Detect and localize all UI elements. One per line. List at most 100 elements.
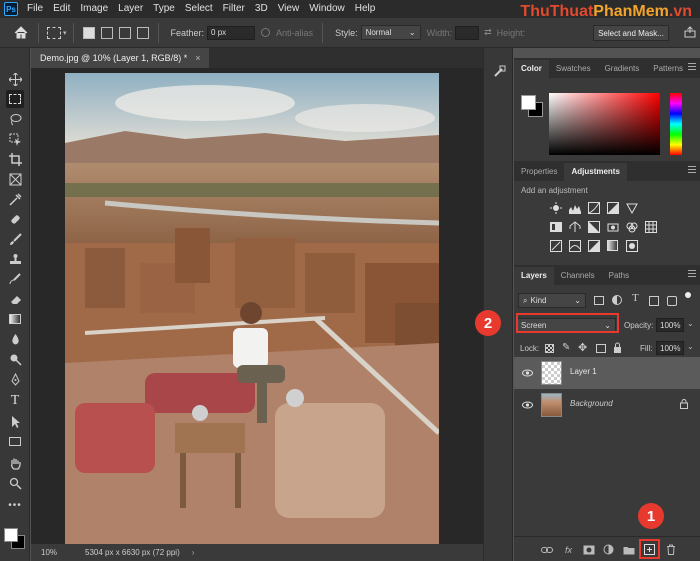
document-tab[interactable]: Demo.jpg @ 10% (Layer 1, RGB/8) * × [31,48,209,68]
hue-saturation-icon[interactable] [549,220,562,233]
foreground-color-swatch[interactable] [521,95,536,110]
new-group-icon[interactable] [622,543,635,556]
lock-artboard-icon[interactable] [596,344,606,353]
eye-icon[interactable] [521,367,533,379]
brush-settings-icon[interactable] [491,64,507,80]
lock-transparent-icon[interactable] [545,344,554,353]
vibrance-icon[interactable] [625,201,638,214]
style-select[interactable]: Normal ⌄ [360,25,421,40]
black-white-icon[interactable] [587,220,600,233]
move-tool-icon[interactable] [6,70,24,88]
layer-name[interactable]: Layer 1 [570,367,597,376]
type-tool-icon[interactable]: T [6,392,24,410]
filter-pixel-icon[interactable] [594,296,604,305]
tab-layers[interactable]: Layers [514,267,554,285]
posterize-icon[interactable] [568,239,581,252]
intersect-selection-icon[interactable] [136,26,149,39]
brush-tool-icon[interactable] [6,230,24,248]
subtract-selection-icon[interactable] [118,26,131,39]
gradient-map-icon[interactable] [606,239,619,252]
pen-tool-icon[interactable] [6,370,24,388]
width-input[interactable] [455,25,480,40]
layer-name[interactable]: Background [570,399,613,408]
healing-brush-tool-icon[interactable] [6,210,24,228]
tab-color[interactable]: Color [514,60,549,78]
new-selection-icon[interactable] [82,26,95,39]
gradient-tool-icon[interactable] [6,310,24,328]
menu-type[interactable]: Type [148,0,180,18]
zoom-tool-icon[interactable] [6,474,24,492]
chevron-down-icon[interactable]: ⌄ [687,342,694,351]
lock-position-icon[interactable]: ✥ [578,341,587,354]
menu-select[interactable]: Select [180,0,218,18]
tab-gradients[interactable]: Gradients [598,60,647,78]
home-icon[interactable] [10,22,32,44]
lasso-tool-icon[interactable] [6,110,24,128]
link-layers-icon[interactable] [540,543,553,556]
panel-menu-icon[interactable] [688,270,696,277]
brightness-contrast-icon[interactable] [549,201,562,214]
select-and-mask-button[interactable]: Select and Mask... [593,25,669,41]
frame-tool-icon[interactable] [6,170,24,188]
delete-layer-icon[interactable] [664,543,677,556]
add-mask-icon[interactable] [582,543,595,556]
layer-row[interactable]: Layer 1 [514,357,700,389]
color-lookup-icon[interactable] [644,220,657,233]
history-brush-tool-icon[interactable] [6,270,24,288]
new-adjustment-layer-icon[interactable] [602,543,615,556]
menu-help[interactable]: Help [350,0,381,18]
fill-input[interactable]: 100% [656,341,684,355]
lock-all-icon[interactable] [613,342,622,355]
filter-shape-icon[interactable] [649,296,659,306]
invert-icon[interactable] [549,239,562,252]
rectangle-tool-icon[interactable] [6,432,24,450]
layer-style-icon[interactable]: fx [562,543,575,556]
curves-icon[interactable] [587,201,600,214]
channel-mixer-icon[interactable] [625,220,638,233]
clone-stamp-tool-icon[interactable] [6,250,24,268]
tab-channels[interactable]: Channels [554,267,602,285]
lock-image-icon[interactable]: ✎ [562,342,570,353]
filter-smart-object-icon[interactable] [667,296,677,306]
close-icon[interactable]: × [195,53,200,63]
eraser-tool-icon[interactable] [6,290,24,308]
dodge-tool-icon[interactable] [6,350,24,368]
menu-filter[interactable]: Filter [218,0,250,18]
blur-tool-icon[interactable] [6,330,24,348]
tab-paths[interactable]: Paths [602,267,636,285]
selective-color-icon[interactable] [625,239,638,252]
exposure-icon[interactable] [606,201,619,214]
color-balance-icon[interactable] [568,220,581,233]
rectangular-marquee-tool-icon[interactable] [6,90,24,108]
canvas-area[interactable] [31,68,483,545]
swap-icon[interactable]: ⇄ [484,27,492,38]
tab-adjustments[interactable]: Adjustments [564,163,627,181]
menu-edit[interactable]: Edit [48,0,75,18]
tab-patterns[interactable]: Patterns [646,60,690,78]
eye-icon[interactable] [521,399,533,411]
panel-menu-icon[interactable] [688,166,696,173]
menu-image[interactable]: Image [75,0,113,18]
filter-toggle[interactable] [685,292,691,298]
path-selection-tool-icon[interactable] [6,412,24,430]
hand-tool-icon[interactable] [6,454,24,472]
tab-properties[interactable]: Properties [514,163,564,181]
zoom-level[interactable]: 10% [31,548,61,557]
chevron-right-icon[interactable]: › [192,548,195,557]
chevron-down-icon[interactable]: ⌄ [687,319,694,328]
menu-layer[interactable]: Layer [113,0,148,18]
add-selection-icon[interactable] [100,26,113,39]
threshold-icon[interactable] [587,239,600,252]
menu-3d[interactable]: 3D [250,0,273,18]
layer-row[interactable]: Background [514,389,700,421]
antialias-checkbox[interactable] [261,28,271,37]
color-spectrum[interactable] [549,93,660,155]
panel-menu-icon[interactable] [688,63,696,70]
foreground-color-swatch[interactable] [4,528,18,542]
hue-slider[interactable] [670,93,682,155]
levels-icon[interactable] [568,201,581,214]
tab-swatches[interactable]: Swatches [549,60,598,78]
share-icon[interactable] [682,24,698,40]
menu-window[interactable]: Window [304,0,350,18]
filter-type-icon[interactable]: T [632,292,639,304]
